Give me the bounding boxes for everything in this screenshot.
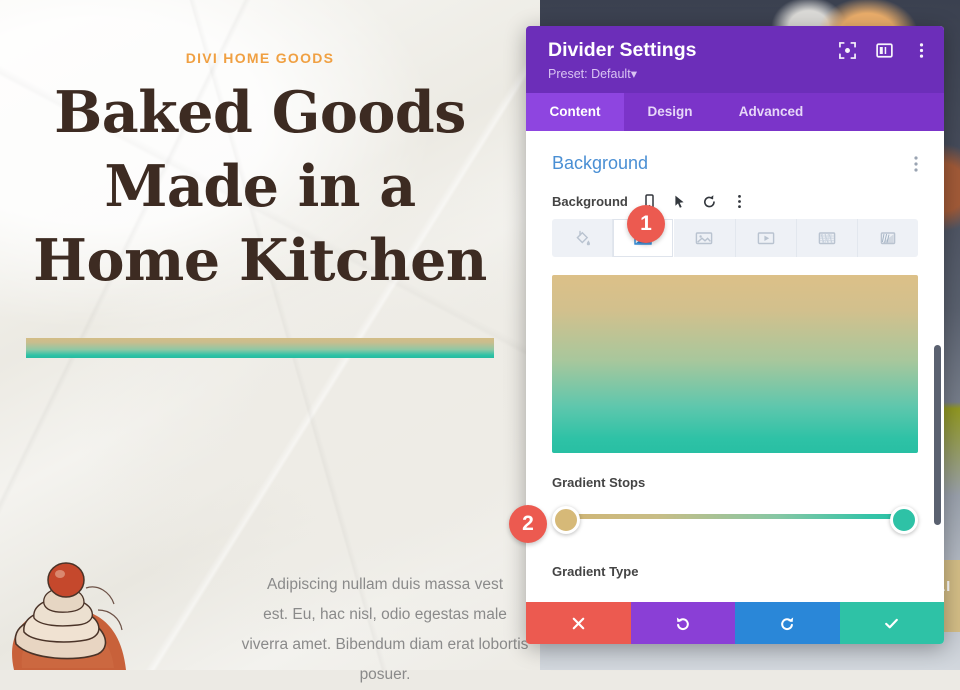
- modal-preset-label: Preset: Default: [548, 67, 631, 81]
- close-icon: [572, 617, 585, 629]
- cupcake-illustration: [12, 562, 126, 670]
- reset-icon[interactable]: [702, 194, 717, 209]
- modal-scroll-area: Background Background Gradient Stops Gra…: [526, 131, 944, 602]
- modal-scrollbar[interactable]: [934, 345, 941, 525]
- background-color-tab[interactable]: [552, 219, 614, 257]
- field-options-icon[interactable]: [732, 194, 747, 209]
- tab-design[interactable]: Design: [624, 93, 716, 131]
- body-line-1: Adipiscing nullam duis massa vest: [266, 576, 504, 593]
- modal-header-actions: [839, 42, 930, 59]
- gradient-stops-slider[interactable]: [552, 506, 918, 534]
- annotation-badge-2: 2: [509, 505, 547, 543]
- hero-body-copy: Adipiscing nullam duis massa vest est. E…: [220, 570, 550, 690]
- background-type-tabs: [552, 219, 918, 257]
- redo-icon: [780, 616, 793, 630]
- undo-icon: [677, 616, 690, 630]
- modal-preset-selector[interactable]: Preset: Default▾: [548, 66, 926, 93]
- headline-line-2: Made in a: [104, 153, 416, 221]
- gradient-preview[interactable]: [552, 275, 918, 453]
- gradient-stops-label: Gradient Stops: [552, 475, 646, 490]
- kebab-menu-icon[interactable]: [914, 155, 918, 172]
- body-line-3: viverra amet. Bibendum diam erat loborti…: [241, 636, 529, 683]
- save-button[interactable]: [839, 602, 944, 644]
- annotation-badge-1: 1: [627, 205, 665, 243]
- background-video-tab[interactable]: [736, 219, 797, 257]
- tab-content[interactable]: Content: [526, 93, 624, 131]
- background-pattern-tab[interactable]: [797, 219, 858, 257]
- modal-footer: [526, 602, 944, 644]
- gradient-stops-track[interactable]: [558, 514, 912, 519]
- background-image-tab[interactable]: [674, 219, 736, 257]
- background-mask-tab[interactable]: [858, 219, 918, 257]
- modal-tabs: Content Design Advanced: [526, 93, 944, 131]
- focus-mode-icon[interactable]: [839, 42, 856, 59]
- hover-cursor-icon[interactable]: [672, 194, 687, 209]
- check-icon: [885, 618, 899, 628]
- more-options-icon[interactable]: [913, 42, 930, 59]
- hero-headline: Baked Goods Made in a Home Kitchen: [0, 76, 520, 298]
- background-section-header: Background: [552, 131, 918, 174]
- section-title-background: Background: [552, 153, 649, 173]
- video-icon: [757, 232, 774, 245]
- redo-button[interactable]: [735, 602, 840, 644]
- paint-bucket-icon: [575, 230, 590, 245]
- divider-module[interactable]: [26, 338, 494, 358]
- undo-button[interactable]: [630, 602, 735, 644]
- gradient-stop-handle-start[interactable]: [552, 506, 580, 534]
- hero-eyebrow: DIVI HOME GOODS: [185, 50, 335, 66]
- image-icon: [696, 232, 713, 245]
- body-line-2: est. Eu, hac nisl, odio egestas male: [263, 606, 507, 623]
- cancel-button[interactable]: [526, 602, 631, 644]
- chevron-down-icon: ▾: [630, 67, 637, 81]
- background-field-header: Background: [552, 194, 918, 209]
- modal-header: Divider Settings Preset: Default▾: [526, 26, 944, 93]
- pattern-icon: [818, 232, 836, 245]
- headline-line-1: Baked Goods: [54, 79, 466, 146]
- gradient-type-label: Gradient Type: [552, 564, 639, 579]
- headline-line-3: Home Kitchen: [33, 227, 487, 295]
- gradient-stop-handle-end[interactable]: [890, 506, 918, 534]
- divider-settings-modal[interactable]: Divider Settings Preset: Default▾ Conten…: [526, 26, 944, 644]
- panel-layout-icon[interactable]: [876, 42, 893, 59]
- background-field-controls: [642, 194, 747, 209]
- tab-advanced[interactable]: Advanced: [716, 93, 826, 131]
- mask-icon: [880, 232, 896, 245]
- background-field-label: Background: [552, 194, 628, 209]
- modal-body: Background Background Gradient Stops Gra…: [526, 131, 944, 602]
